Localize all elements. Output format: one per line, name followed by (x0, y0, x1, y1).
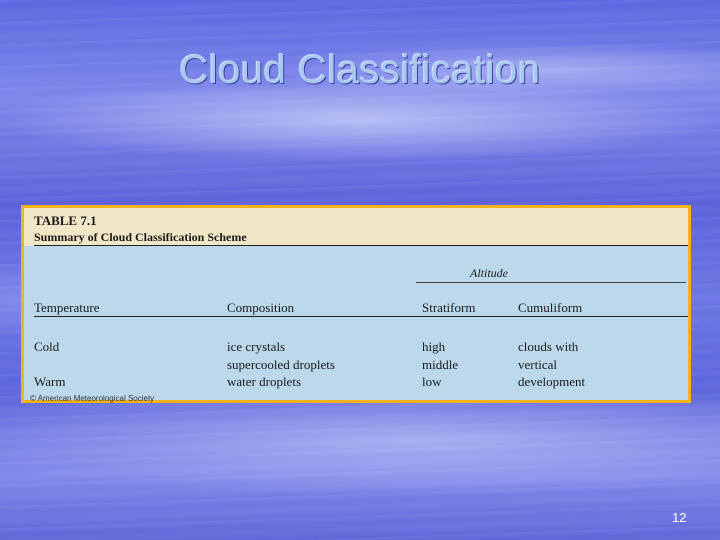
copyright-credit: © American Meteorological Society (30, 394, 155, 403)
column-header-cumuliform: Cumuliform (518, 300, 583, 315)
table-cell: ice crystals (227, 339, 286, 354)
table-cell: water droplets (227, 374, 302, 389)
table-cell: low (422, 374, 442, 389)
column-header-rule (34, 316, 688, 317)
table-cell: clouds with (518, 339, 579, 354)
altitude-group-header: Altitude (470, 266, 508, 280)
column-header-temperature: Temperature (34, 300, 100, 315)
slide-title: Cloud Classification (179, 48, 541, 92)
table-cell: vertical (518, 357, 557, 372)
altitude-rule (416, 282, 686, 283)
classification-table: TABLE 7.1 Summary of Cloud Classificatio… (21, 205, 691, 403)
table-caption: Summary of Cloud Classification Scheme (34, 230, 247, 244)
column-header-composition: Composition (227, 300, 295, 315)
table-cell: supercooled droplets (227, 357, 335, 372)
column-header-stratiform: Stratiform (422, 300, 476, 315)
table-header-band: TABLE 7.1 Summary of Cloud Classificatio… (24, 208, 688, 246)
caption-rule (34, 245, 688, 246)
table-cell: development (518, 374, 586, 389)
table-cell: Cold (34, 339, 60, 354)
page-number: 12 (672, 510, 687, 525)
table-cell: Warm (34, 374, 66, 389)
table-number: TABLE 7.1 (34, 213, 97, 228)
table-cell: middle (422, 357, 459, 372)
table-cell: high (422, 339, 446, 354)
